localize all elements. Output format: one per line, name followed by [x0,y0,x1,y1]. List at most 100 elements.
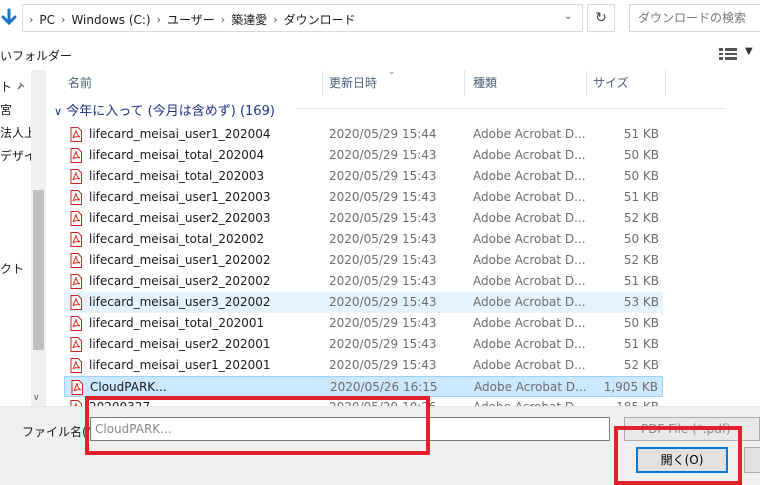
file-row[interactable]: lifecard_meisai_total_202001 2020/05/29 1… [64,313,663,334]
pdf-file-icon [70,148,82,163]
file-type: Adobe Acrobat D... [473,148,586,162]
column-header-type[interactable]: 種類 [473,70,497,96]
column-divider[interactable] [464,70,465,96]
pdf-file-icon [70,169,82,184]
file-row[interactable]: lifecard_meisai_user1_202001 2020/05/29 1… [64,355,663,376]
file-date: 2020/05/29 15:43 [329,232,437,246]
column-divider[interactable] [586,70,587,96]
file-name: lifecard_meisai_user1_202001 [89,358,271,372]
file-row[interactable]: lifecard_meisai_user3_202002 2020/05/29 1… [64,292,663,313]
chevron-right-icon[interactable]: › [157,13,161,26]
file-name: lifecard_meisai_total_202003 [89,169,265,183]
list-scrollbar[interactable] [746,70,760,406]
column-divider[interactable] [322,70,323,96]
file-row[interactable]: lifecard_meisai_total_202004 2020/05/29 1… [64,145,663,166]
column-header-date[interactable]: 更新日時 [329,70,377,96]
file-type: Adobe Acrobat D... [473,358,586,372]
file-row[interactable]: lifecard_meisai_user2_202003 2020/05/29 1… [64,208,663,229]
view-dropdown-icon[interactable]: ▼ [745,46,753,57]
breadcrumb-drive[interactable]: Windows (C:) [71,13,150,27]
file-name: lifecard_meisai_user2_202002 [89,274,271,288]
pdf-file-icon [70,253,82,268]
breadcrumb-downloads[interactable]: ダウンロード [284,11,356,28]
file-name: lifecard_meisai_user1_202003 [89,190,271,204]
file-row[interactable]: lifecard_meisai_user2_202002 2020/05/29 1… [64,271,663,292]
address-bar[interactable]: › PC › Windows (C:) › ユーザー › 築達愛 › ダウンロー… [22,4,583,32]
nav-scrollbar[interactable]: ∨ [31,70,46,406]
file-name: lifecard_meisai_user1_202004 [89,127,271,141]
chevron-right-icon[interactable]: › [29,13,33,26]
nav-item-1[interactable]: 宮 [0,101,12,118]
new-folder-button[interactable]: いフォルダー [0,47,72,64]
file-date: 2020/05/29 15:43 [329,358,437,372]
file-date: 2020/05/26 16:15 [330,380,438,394]
chevron-right-icon[interactable]: › [221,13,225,26]
chevron-down-icon: ∨ [54,105,63,118]
view-options-icon[interactable] [719,48,737,60]
pdf-file-icon [70,337,82,352]
file-type: Adobe Acrobat D... [473,337,586,351]
pdf-file-icon [70,232,82,247]
pdf-file-icon [70,211,82,226]
filename-highlight-box [85,396,430,455]
file-date: 2020/05/29 15:43 [329,169,437,183]
file-list: 名前 ⌄ 更新日時 種類 サイズ ∨ 今年に入って (今月は含めず) (169)… [46,70,760,406]
file-name: lifecard_meisai_total_202001 [89,316,265,330]
chevron-right-icon[interactable]: › [273,13,277,26]
column-divider[interactable] [665,70,666,96]
file-type: Adobe Acrobat D... [474,380,587,394]
breadcrumb-user[interactable]: 築達愛 [231,11,267,28]
file-date: 2020/05/29 15:43 [329,337,437,351]
file-type: Adobe Acrobat D... [473,253,586,267]
group-label: 今年に入って (今月は含めず) (169) [66,104,275,119]
nav-scroll-thumb[interactable] [33,190,44,350]
file-date: 2020/05/29 15:43 [329,316,437,330]
file-size: 51 KB [623,274,659,288]
refresh-button[interactable]: ↻ [587,4,615,32]
file-row[interactable]: lifecard_meisai_total_202002 2020/05/29 1… [64,229,663,250]
column-header-size[interactable]: サイズ [593,70,629,96]
file-type: Adobe Acrobat D... [473,190,586,204]
file-size: 51 KB [623,190,659,204]
file-row[interactable]: lifecard_meisai_user2_202001 2020/05/29 1… [64,334,663,355]
file-type: Adobe Acrobat D... [473,127,586,141]
breadcrumb-pc[interactable]: PC [39,13,55,27]
file-row[interactable]: lifecard_meisai_user1_202004 2020/05/29 1… [64,124,663,145]
file-type: Adobe Acrobat D... [473,211,586,225]
cancel-button[interactable] [744,447,760,473]
file-type: Adobe Acrobat D... [473,232,586,246]
file-date: 2020/05/29 15:44 [329,127,437,141]
pin-icon[interactable] [16,81,26,91]
file-size: 52 KB [623,253,659,267]
navigation-pane: ト 宮 法人上 デザイ クト ∨ [0,70,46,406]
column-header-name[interactable]: 名前 [68,70,92,96]
pdf-file-icon [70,295,82,310]
breadcrumb: › PC › Windows (C:) › ユーザー › 築達愛 › ダウンロー… [29,11,356,28]
file-date: 2020/05/29 15:43 [329,253,437,267]
breadcrumb-users[interactable]: ユーザー [167,11,215,28]
chevron-down-icon[interactable]: ∨ [33,393,40,403]
file-type: Adobe Acrobat D... [473,169,586,183]
file-size: 52 KB [623,211,659,225]
file-date: 2020/05/29 15:43 [329,190,437,204]
file-row[interactable]: lifecard_meisai_user1_202002 2020/05/29 1… [64,250,663,271]
chevron-right-icon[interactable]: › [61,13,65,26]
file-row[interactable]: lifecard_meisai_user1_202003 2020/05/29 1… [64,187,663,208]
search-input[interactable] [630,5,760,31]
file-date: 2020/05/29 15:43 [329,295,437,309]
group-header[interactable]: ∨ 今年に入って (今月は含めず) (169) [54,100,275,119]
nav-item-4[interactable]: クト [0,260,24,277]
search-box[interactable] [629,4,760,32]
address-row: › PC › Windows (C:) › ユーザー › 築達愛 › ダウンロー… [0,0,760,38]
chevron-down-icon[interactable]: ⌄ [564,11,576,25]
pdf-file-icon [70,358,82,373]
nav-arrow-icon[interactable]: ト [0,78,12,95]
pdf-file-icon [70,274,82,289]
file-row[interactable]: CloudPARK... 2020/05/26 16:15 Adobe Acroba… [64,376,663,397]
file-name: lifecard_meisai_total_202004 [89,148,265,162]
file-row[interactable]: lifecard_meisai_total_202003 2020/05/29 1… [64,166,663,187]
file-name: CloudPARK... [90,380,167,394]
file-size: 51 KB [623,127,659,141]
pdf-file-icon [70,316,82,331]
up-arrow-icon[interactable] [0,8,18,28]
